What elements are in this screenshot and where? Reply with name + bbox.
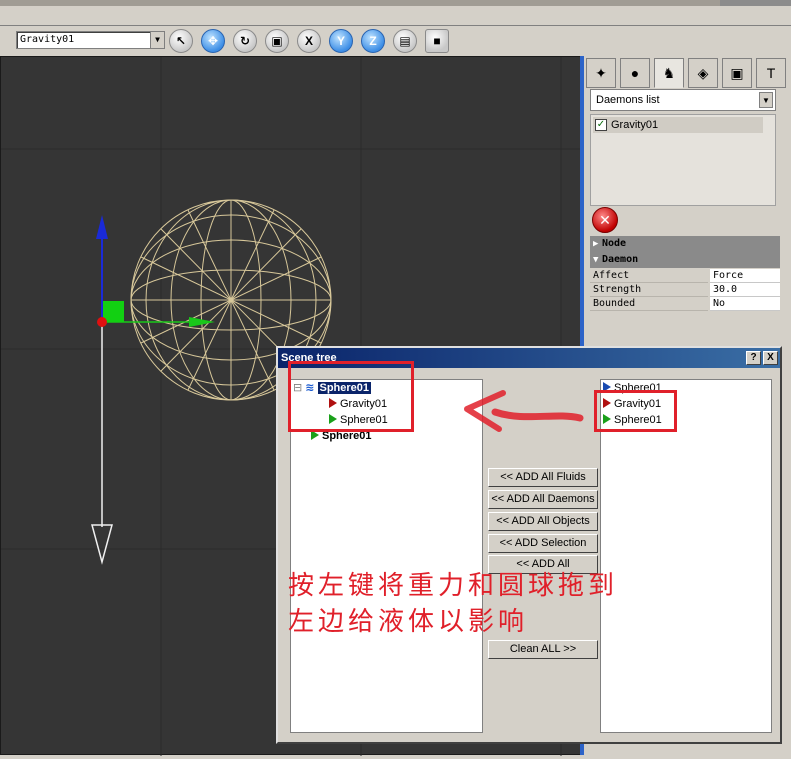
annotation-line-2: 左边给液体以影响 bbox=[288, 607, 529, 637]
property-row[interactable]: Strength 30.0 bbox=[590, 283, 780, 297]
title-strip-left bbox=[0, 0, 720, 6]
chevron-right-icon: ▶ bbox=[593, 239, 599, 249]
main-toolbar: Gravity01 ▼ ↖ ✥ ↻ ▣ X Y Z ▤ ■ bbox=[0, 26, 791, 56]
object-select-value: Gravity01 bbox=[20, 34, 75, 45]
chevron-down-icon[interactable]: ▼ bbox=[150, 32, 164, 48]
select-pointer-icon[interactable]: ↖ bbox=[169, 29, 193, 53]
fluid-icon[interactable]: ◈ bbox=[688, 58, 718, 88]
chevron-down-icon[interactable]: ▼ bbox=[759, 92, 773, 108]
annotation-line-1: 按左键将重力和圆球拖到 bbox=[288, 571, 619, 601]
object-select-dropdown[interactable]: Gravity01 ▼ bbox=[16, 31, 165, 49]
render-icon[interactable]: ▤ bbox=[393, 29, 417, 53]
add-selection-button[interactable]: << ADD Selection bbox=[488, 534, 598, 553]
add-all-objects-button[interactable]: << ADD All Objects bbox=[488, 512, 598, 531]
y-axis-icon[interactable]: Y bbox=[329, 29, 353, 53]
property-value[interactable]: Force bbox=[710, 269, 780, 283]
rollout-node-label: Node bbox=[602, 238, 627, 249]
property-row[interactable]: Bounded No bbox=[590, 297, 780, 311]
add-all-fluids-button[interactable]: << ADD All Fluids bbox=[488, 468, 598, 487]
property-key: Affect bbox=[590, 269, 708, 283]
scale-icon[interactable]: ▣ bbox=[265, 29, 289, 53]
close-button[interactable]: X bbox=[763, 351, 778, 365]
rotate-icon[interactable]: ↻ bbox=[233, 29, 257, 53]
property-value[interactable]: No bbox=[710, 297, 780, 311]
property-key: Strength bbox=[590, 283, 708, 297]
plane-handle-icon[interactable] bbox=[103, 301, 124, 322]
z-axis-icon[interactable]: Z bbox=[361, 29, 385, 53]
property-value[interactable]: 30.0 bbox=[710, 283, 780, 297]
daemons-list-value: Daemons list bbox=[596, 94, 660, 106]
transform-gizmo[interactable] bbox=[91, 215, 215, 565]
x-axis-icon[interactable]: X bbox=[297, 29, 321, 53]
drag-arrow-icon bbox=[464, 390, 584, 432]
help-button[interactable]: ? bbox=[746, 351, 761, 365]
rollout-node[interactable]: ▶ Node bbox=[590, 236, 780, 252]
clean-all-button[interactable]: Clean ALL >> bbox=[488, 640, 598, 659]
pivot-icon bbox=[97, 317, 107, 327]
list-item[interactable]: ✓ Gravity01 bbox=[593, 117, 763, 133]
list-item-label: Gravity01 bbox=[611, 119, 659, 131]
tools-icon[interactable]: T bbox=[756, 58, 786, 88]
property-row[interactable]: Affect Force bbox=[590, 269, 780, 283]
sphere-icon[interactable]: ● bbox=[620, 58, 650, 88]
daemons-list: ✓ Gravity01 bbox=[590, 114, 776, 206]
y-axis-arrow-icon[interactable] bbox=[91, 524, 113, 565]
delete-button[interactable]: ✕ bbox=[592, 207, 618, 233]
title-strip bbox=[0, 0, 791, 26]
highlight-box-left bbox=[288, 361, 414, 432]
add-all-daemons-button[interactable]: << ADD All Daemons bbox=[488, 490, 598, 509]
property-key: Bounded bbox=[590, 297, 708, 311]
z-axis-arrow-icon[interactable] bbox=[96, 215, 108, 239]
chevron-down-icon: ▼ bbox=[593, 255, 599, 265]
move-icon[interactable]: ✥ bbox=[201, 29, 225, 53]
enable-checkbox[interactable]: ✓ bbox=[595, 119, 607, 131]
rollout-daemon[interactable]: ▼ Daemon bbox=[590, 252, 780, 268]
title-strip-right bbox=[720, 0, 791, 6]
command-panel-tabs: ✦ ● ♞ ◈ ▣ T bbox=[584, 56, 791, 90]
save-icon[interactable]: ■ bbox=[425, 29, 449, 53]
daemons-list-dropdown[interactable]: Daemons list ▼ bbox=[590, 89, 776, 111]
render-tab-icon[interactable]: ▣ bbox=[722, 58, 752, 88]
particles-icon[interactable]: ✦ bbox=[586, 58, 616, 88]
highlight-box-right bbox=[594, 390, 677, 432]
rollout-daemon-label: Daemon bbox=[602, 254, 639, 265]
scene-objects-pane[interactable]: Sphere01 Gravity01 Sphere01 bbox=[600, 379, 772, 733]
daemon-icon[interactable]: ♞ bbox=[654, 58, 684, 88]
